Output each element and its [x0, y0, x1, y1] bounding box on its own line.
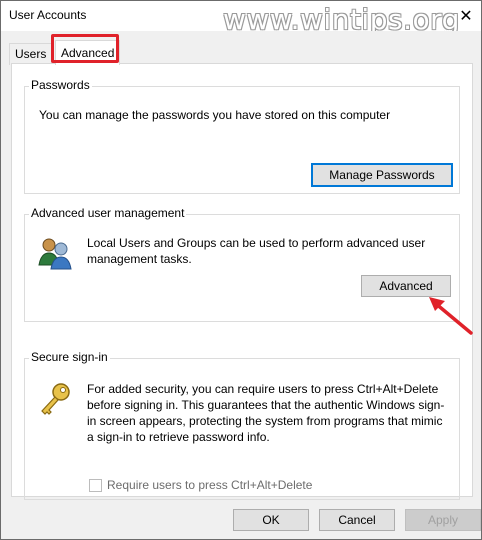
manage-passwords-button-label: Manage Passwords	[329, 168, 435, 182]
require-ctrl-alt-delete-label: Require users to press Ctrl+Alt+Delete	[107, 478, 313, 492]
title-bar[interactable]: User Accounts www.wintips.org ✕	[1, 1, 481, 36]
passwords-group: Passwords You can manage the passwords y…	[24, 78, 460, 194]
key-icon	[37, 381, 73, 417]
passwords-group-title: Passwords	[29, 78, 92, 92]
secure-signin-title: Secure sign-in	[29, 350, 110, 364]
dialog-content: Users Advanced Passwords You can manage …	[1, 31, 481, 501]
require-ctrl-alt-delete-checkbox[interactable]	[89, 479, 102, 492]
advanced-user-management-group: Advanced user management Local Users and…	[24, 206, 460, 322]
manage-passwords-button[interactable]: Manage Passwords	[311, 163, 453, 187]
tab-users-label: Users	[15, 47, 47, 61]
window-title: User Accounts	[9, 8, 87, 22]
close-icon[interactable]: ✕	[451, 1, 481, 31]
advanced-tab-panel: Passwords You can manage the passwords y…	[11, 63, 473, 500]
ok-button-label: OK	[262, 513, 280, 527]
apply-button[interactable]: Apply	[405, 509, 481, 531]
ok-button[interactable]: OK	[233, 509, 309, 531]
advanced-user-management-title: Advanced user management	[29, 206, 187, 220]
cancel-button[interactable]: Cancel	[319, 509, 395, 531]
users-group-icon	[37, 235, 73, 271]
passwords-description: You can manage the passwords you have st…	[39, 108, 391, 122]
dialog-footer: OK Cancel Apply	[1, 501, 481, 539]
red-arrow-annotation	[429, 297, 473, 335]
apply-button-label: Apply	[427, 513, 459, 527]
cancel-button-label: Cancel	[338, 513, 376, 527]
tab-users[interactable]: Users	[9, 43, 53, 65]
secure-signin-group: Secure sign-in For added security, you c…	[24, 350, 460, 500]
user-accounts-window: User Accounts www.wintips.org ✕ Users Ad…	[0, 0, 482, 540]
secure-signin-description: For added security, you can require user…	[87, 382, 445, 444]
advanced-user-management-description: Local Users and Groups can be used to pe…	[87, 236, 426, 266]
tab-advanced-highlight-box	[51, 34, 119, 63]
